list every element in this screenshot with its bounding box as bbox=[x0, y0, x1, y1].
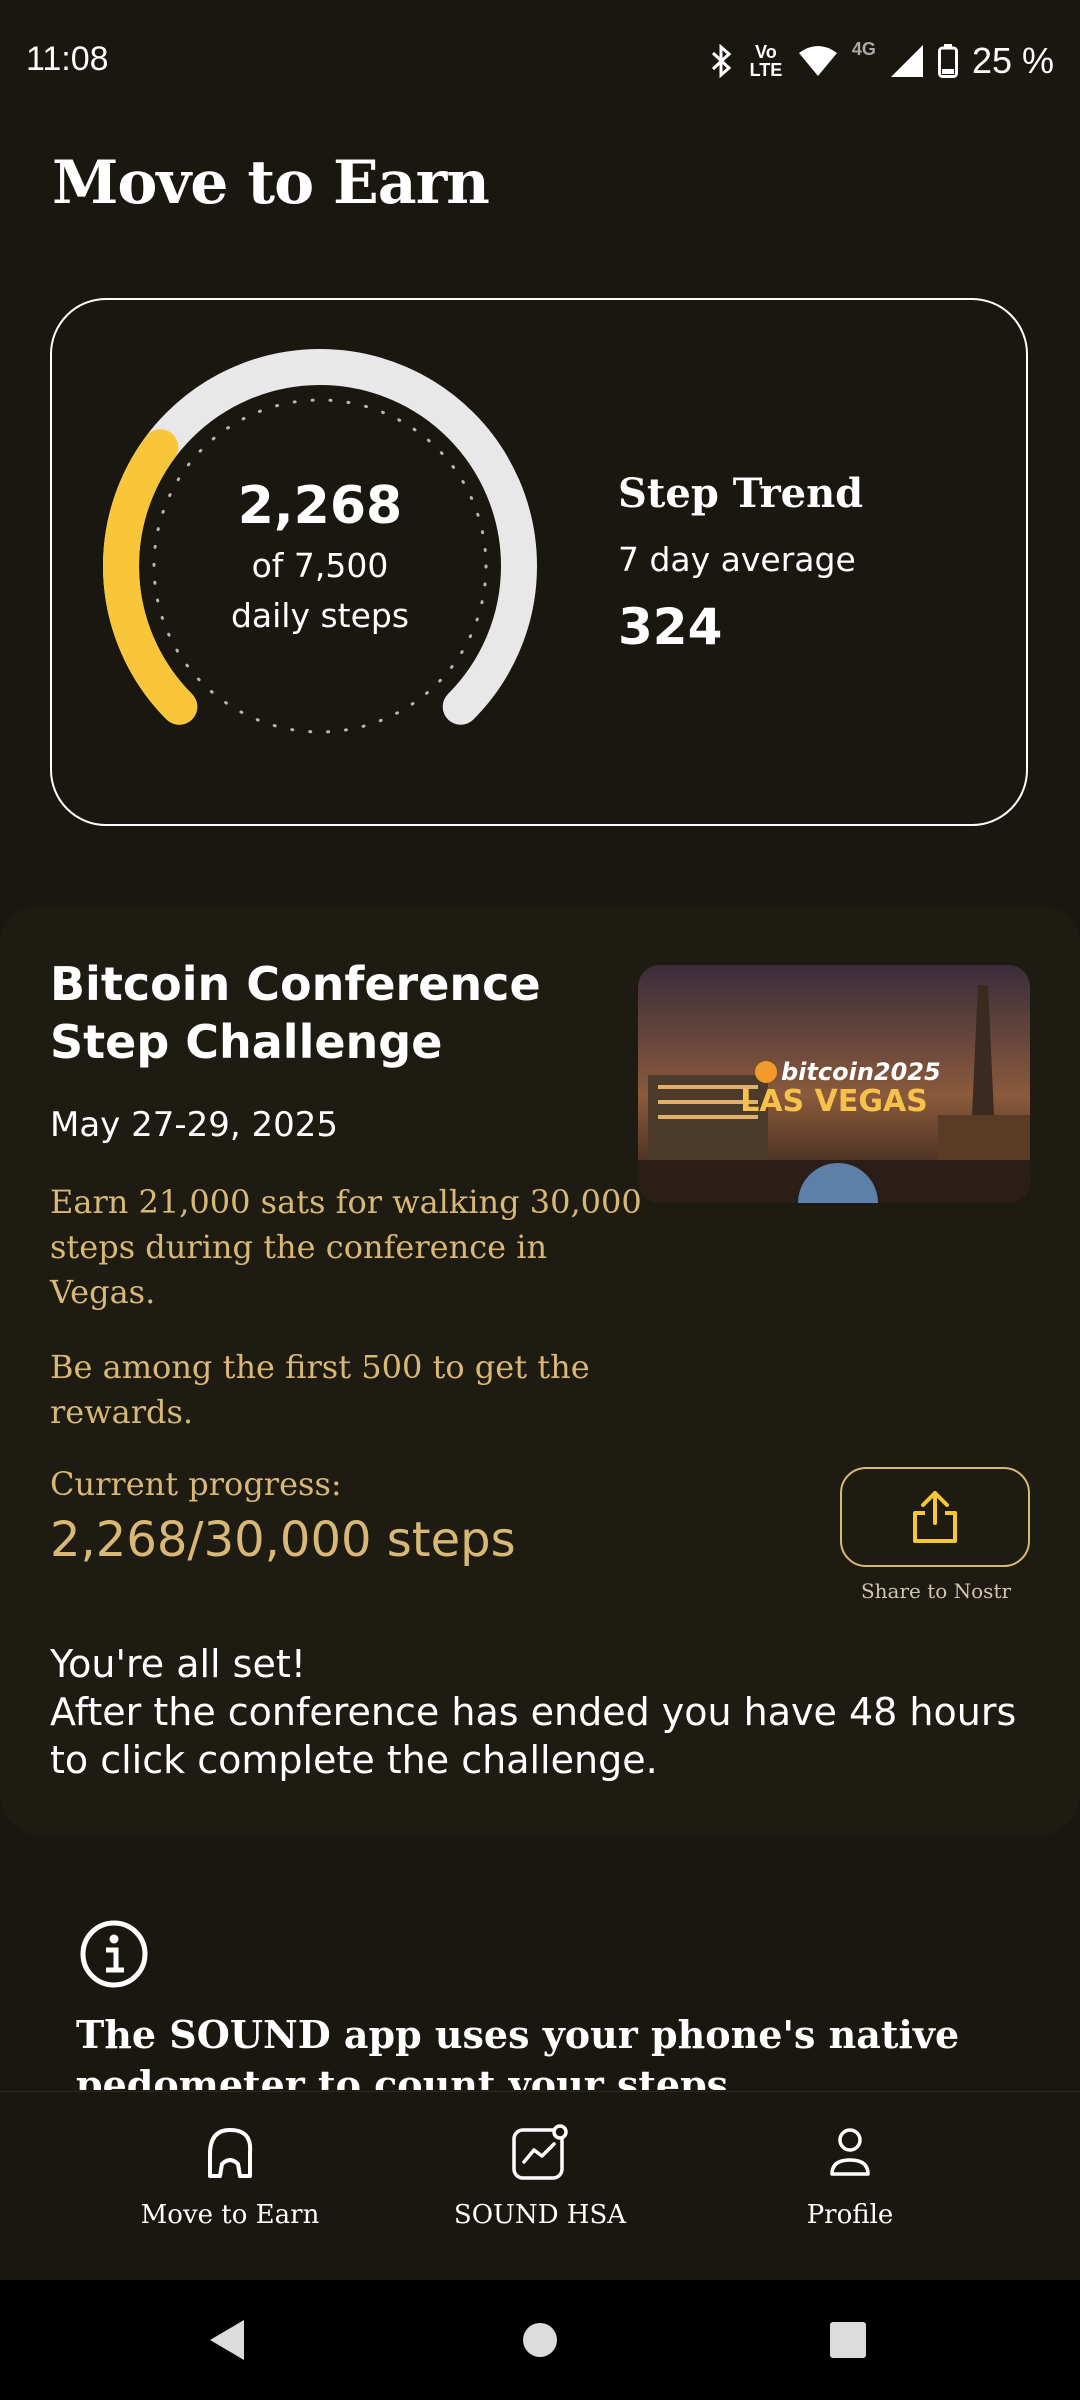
bottom-navigation: Move to Earn SOUND HSA Profile bbox=[0, 2091, 1080, 2281]
progress-value: 2,268/30,000 steps bbox=[50, 1512, 516, 1568]
challenge-rule: Be among the first 500 to get the reward… bbox=[50, 1348, 590, 1431]
nav-profile[interactable]: Profile bbox=[700, 2092, 1000, 2281]
share-icon bbox=[913, 1491, 957, 1543]
back-icon bbox=[210, 2320, 244, 2360]
daily-step-goal: of 7,500 bbox=[251, 546, 389, 585]
volte-label: Vo LTE bbox=[749, 42, 783, 80]
challenge-title: Bitcoin Conference Step Challenge bbox=[50, 957, 541, 1069]
bitcoin-logo-icon bbox=[755, 1061, 777, 1083]
battery-percent: 25 % bbox=[971, 40, 1054, 81]
nav-label: Move to Earn bbox=[140, 2200, 320, 2230]
challenge-card: Bitcoin Conference Step Challenge bitcoi… bbox=[0, 905, 1080, 1835]
step-trend-title: Step Trend bbox=[618, 470, 864, 517]
status-bar: 11:08 Vo LTE 4G 25 % bbox=[0, 0, 1080, 120]
back-button[interactable] bbox=[198, 2310, 258, 2370]
challenge-status-message: You're all set! After the conference has… bbox=[50, 1642, 1017, 1782]
recents-button[interactable] bbox=[818, 2310, 878, 2370]
step-trend-value: 324 bbox=[618, 598, 723, 656]
home-button[interactable] bbox=[510, 2310, 570, 2370]
recents-icon bbox=[830, 2322, 866, 2358]
step-trend-subtitle: 7 day average bbox=[618, 540, 856, 579]
signal-icon bbox=[890, 45, 923, 77]
info-icon bbox=[80, 1920, 148, 1988]
chart-icon bbox=[512, 2124, 568, 2180]
info-section: The SOUND app uses your phone's native p… bbox=[0, 1900, 1080, 2090]
battery-icon bbox=[937, 44, 958, 78]
system-navigation-bar bbox=[0, 2280, 1080, 2400]
daily-step-unit: daily steps bbox=[230, 596, 410, 635]
home-icon bbox=[523, 2323, 557, 2357]
status-icons: Vo LTE 4G 25 % bbox=[708, 40, 1054, 82]
bluetooth-icon bbox=[711, 44, 732, 78]
share-to-nostr-button[interactable] bbox=[840, 1467, 1030, 1567]
page-title: Move to Earn bbox=[52, 148, 490, 218]
volte-icon: Vo LTE bbox=[748, 43, 784, 79]
challenge-description: Earn 21,000 sats for walking 30,000 step… bbox=[50, 1183, 642, 1311]
progress-label: Current progress: bbox=[50, 1465, 342, 1503]
challenge-image: bitcoin2025 LAS VEGAS bbox=[638, 965, 1030, 1203]
shoe-icon bbox=[208, 2128, 253, 2178]
wifi-icon bbox=[798, 46, 837, 76]
nav-sound-hsa[interactable]: SOUND HSA bbox=[390, 2092, 690, 2281]
nav-move-to-earn[interactable]: Move to Earn bbox=[80, 2092, 380, 2281]
network-type-label: 4G bbox=[851, 39, 876, 59]
image-text-top: bitcoin2025 bbox=[781, 1058, 941, 1086]
daily-steps-card: 2,268 of 7,500 daily steps Step Trend 7 … bbox=[50, 298, 1028, 826]
challenge-dates: May 27-29, 2025 bbox=[50, 1105, 339, 1145]
ring-track bbox=[103, 348, 537, 725]
info-text: The SOUND app uses your phone's native p… bbox=[76, 2012, 960, 2090]
status-time: 11:08 bbox=[26, 40, 109, 78]
nav-label: SOUND HSA bbox=[453, 2200, 627, 2230]
profile-icon bbox=[830, 2128, 870, 2176]
share-to-nostr-label: Share to Nostr bbox=[860, 1579, 1012, 1603]
daily-step-count: 2,268 bbox=[237, 476, 403, 536]
steps-progress-ring: 2,268 of 7,500 daily steps bbox=[100, 346, 540, 786]
nav-label: Profile bbox=[806, 2200, 894, 2230]
image-text-bottom: LAS VEGAS bbox=[740, 1084, 928, 1119]
